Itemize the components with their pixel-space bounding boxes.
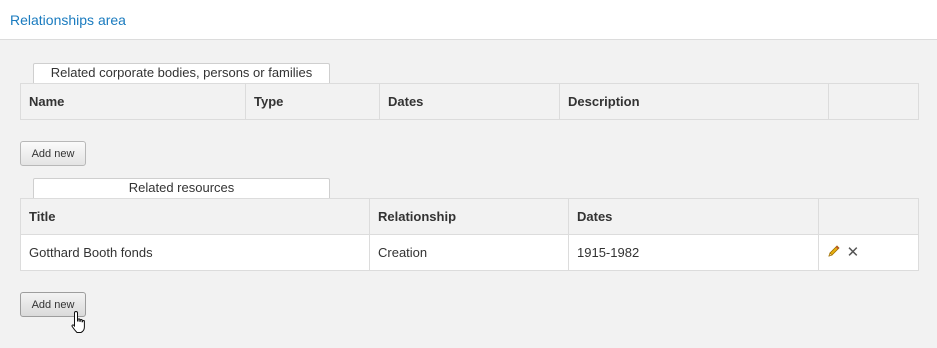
close-icon[interactable]: ✕ <box>847 245 860 260</box>
column-header-name: Name <box>20 83 246 120</box>
table-header-row: Name Type Dates Description <box>20 83 919 120</box>
column-header-dates: Dates <box>568 198 819 235</box>
pencil-icon[interactable] <box>827 244 841 261</box>
table-row: Gotthard Booth fonds Creation 1915-1982 … <box>20 234 919 271</box>
actors-table: Name Type Dates Description <box>20 83 919 120</box>
column-header-actions <box>818 198 919 235</box>
cell-actions: ✕ <box>818 234 919 271</box>
column-header-dates: Dates <box>379 83 560 120</box>
column-header-type: Type <box>245 83 380 120</box>
cell-dates: 1915-1982 <box>568 234 819 271</box>
resources-table: Title Relationship Dates Gotthard Booth … <box>20 198 919 271</box>
tab-related-actors: Related corporate bodies, persons or fam… <box>33 63 330 83</box>
column-header-actions <box>828 83 919 120</box>
cell-title: Gotthard Booth fonds <box>20 234 370 271</box>
section-header: Relationships area <box>0 0 937 40</box>
table-header-row: Title Relationship Dates <box>20 198 919 235</box>
column-header-relationship: Relationship <box>369 198 569 235</box>
column-header-description: Description <box>559 83 829 120</box>
tab-related-resources: Related resources <box>33 178 330 198</box>
hand-pointer-icon <box>70 310 90 341</box>
section-title[interactable]: Relationships area <box>10 12 126 28</box>
cell-relationship: Creation <box>369 234 569 271</box>
add-actor-button[interactable]: Add new <box>20 141 86 166</box>
column-header-title: Title <box>20 198 370 235</box>
